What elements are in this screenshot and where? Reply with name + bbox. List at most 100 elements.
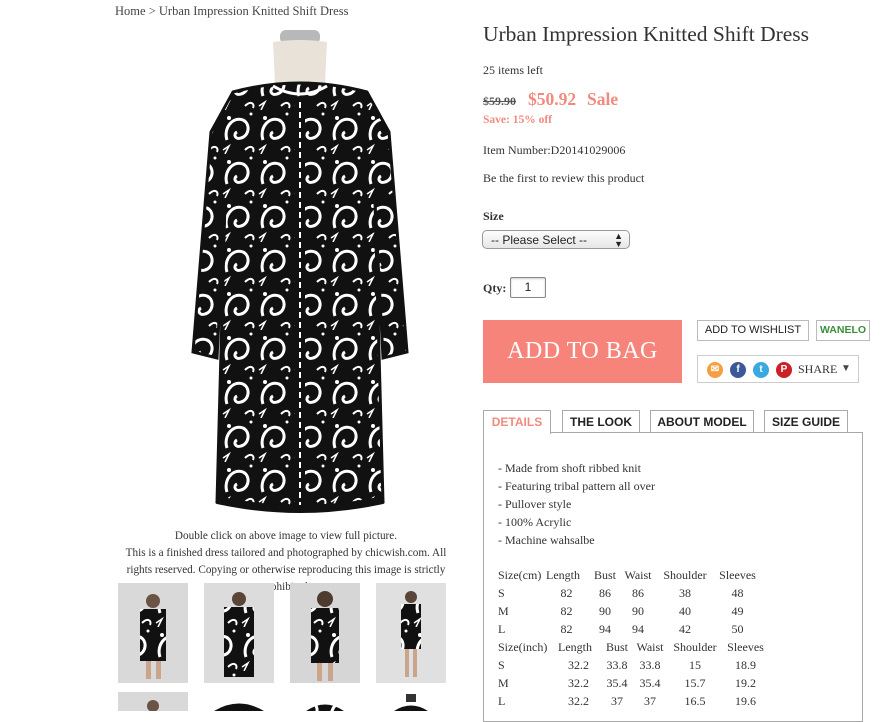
pinterest-icon[interactable]: P [776,362,792,378]
breadcrumb-separator: > [148,4,156,18]
thumbnail-image[interactable] [290,583,360,683]
size-select[interactable]: -- Please Select -- ▲ ▼ [482,230,630,249]
stock-count: 25 items left [483,63,543,77]
qty-input[interactable]: 1 [510,277,546,298]
table-cell: 35.4 [639,675,661,690]
table-cell: 94 [599,621,611,636]
table-header-row: Size(cm) Length Bust Waist Shoulder Slee… [498,566,760,584]
table-cell: 32.2 [568,657,589,672]
table-cell: 32.2 [568,693,589,708]
table-header: Waist [636,639,664,654]
table-cell: 16.5 [684,693,706,708]
email-icon[interactable]: ✉ [707,362,723,378]
size-label: Size [483,209,504,223]
table-cell: 50 [731,621,744,636]
detail-bullet: - Machine wahsalbe [498,533,595,547]
twitter-icon[interactable]: t [753,362,769,378]
table-cell: 37 [644,693,656,708]
table-cell: 37 [611,693,623,708]
main-product-image[interactable] [113,22,457,522]
table-header: Size(cm) [498,567,542,582]
table-header: Length [546,567,580,582]
table-cell: S [498,585,505,600]
table-cell: 33.8 [606,657,628,672]
table-cell: 35.4 [606,675,628,690]
wanelo-button[interactable]: WANELO [816,320,870,341]
tab-details[interactable]: DETAILS [483,410,551,434]
table-header: Size(inch) [498,639,548,654]
table-cell: 32.2 [568,675,589,690]
facebook-icon[interactable]: f [730,362,746,378]
table-header: Sleeves [719,567,756,582]
table-header: Shoulder [673,639,717,654]
detail-bullet: - Featuring tribal pattern all over [498,479,655,493]
table-cell: 86 [632,585,644,600]
table-row: L 32.2 37 37 16.5 19.6 [498,692,768,710]
chevron-down-icon[interactable]: ▼ [841,363,851,374]
table-cell: M [498,675,509,690]
share-bar: ✉ f t P SHARE ▼ [697,355,859,383]
review-link[interactable]: Be the first to review this product [483,171,644,186]
table-header: Waist [624,567,652,582]
table-row: S 32.2 33.8 33.8 15 18.9 [498,656,768,674]
table-row: M 32.2 35.4 35.4 15.7 19.2 [498,674,768,692]
product-title: Urban Impression Knitted Shift Dress [483,22,810,46]
thumbnail-image[interactable] [118,692,188,711]
table-header: Shoulder [663,567,707,582]
size-table-inch: Size(inch) Length Bust Waist Shoulder Sl… [498,638,768,710]
discount-text: Save: 15% off [483,114,552,126]
sale-price: $50.92 [528,89,577,109]
size-select-value: -- Please Select -- [491,233,588,247]
table-row: M 82 90 90 40 49 [498,602,760,620]
table-cell: 15 [689,657,701,672]
table-cell: 49 [731,603,744,618]
table-header: Length [558,639,592,654]
table-cell: 82 [560,603,573,618]
add-to-wishlist-button[interactable]: ADD TO WISHLIST [697,320,809,341]
table-cell: 18.9 [735,657,756,672]
table-cell: 94 [632,621,644,636]
table-cell: 38 [679,585,691,600]
thumbnail-image[interactable] [376,692,446,711]
table-cell: 48 [731,585,744,600]
detail-bullet: - 100% Acrylic [498,515,572,529]
table-row: S 82 86 86 38 48 [498,584,760,602]
breadcrumb: Home > Urban Impression Knitted Shift Dr… [115,4,348,19]
table-header: Sleeves [727,639,764,654]
thumbnail-image[interactable] [290,692,360,711]
table-cell: L [498,621,506,636]
caption-line-1: Double click on above image to view full… [174,530,398,542]
select-arrows-icon: ▲ ▼ [614,231,623,249]
details-bullets: - Made from shoft ribbed knit - Featurin… [498,459,655,549]
table-cell: 40 [679,603,691,618]
add-to-bag-button[interactable]: ADD TO BAG [483,320,682,383]
table-cell: 86 [599,585,611,600]
table-header: Bust [593,567,616,582]
table-cell: 19.6 [735,693,756,708]
table-header: Bust [605,639,628,654]
breadcrumb-home-link[interactable]: Home [115,4,146,18]
tab-size-guide[interactable]: SIZE GUIDE [764,410,848,433]
item-number: Item Number:D20141029006 [483,143,626,157]
table-header-row: Size(inch) Length Bust Waist Shoulder Sl… [498,638,768,656]
table-cell: 90 [599,603,611,618]
tab-about-model[interactable]: ABOUT MODEL [650,410,754,433]
detail-bullet: - Made from shoft ribbed knit [498,461,641,475]
thumbnail-image[interactable] [204,583,274,683]
table-cell: 15.7 [684,675,706,690]
size-table-cm: Size(cm) Length Bust Waist Shoulder Slee… [498,566,760,638]
breadcrumb-current: Urban Impression Knitted Shift Dress [158,4,349,18]
original-price: $59.90 [483,94,516,108]
table-cell: S [498,657,505,672]
table-cell: 82 [560,621,573,636]
detail-bullet: - Pullover style [498,497,572,511]
thumbnail-image[interactable] [204,692,274,711]
sale-label: Sale [587,89,619,109]
tab-the-look[interactable]: THE LOOK [562,410,640,433]
thumbnail-image[interactable] [118,583,188,683]
table-cell: L [498,693,506,708]
share-button[interactable]: SHARE [798,362,837,377]
table-cell: 33.8 [639,657,661,672]
thumbnail-image[interactable] [376,583,446,683]
table-cell: 19.2 [735,675,756,690]
